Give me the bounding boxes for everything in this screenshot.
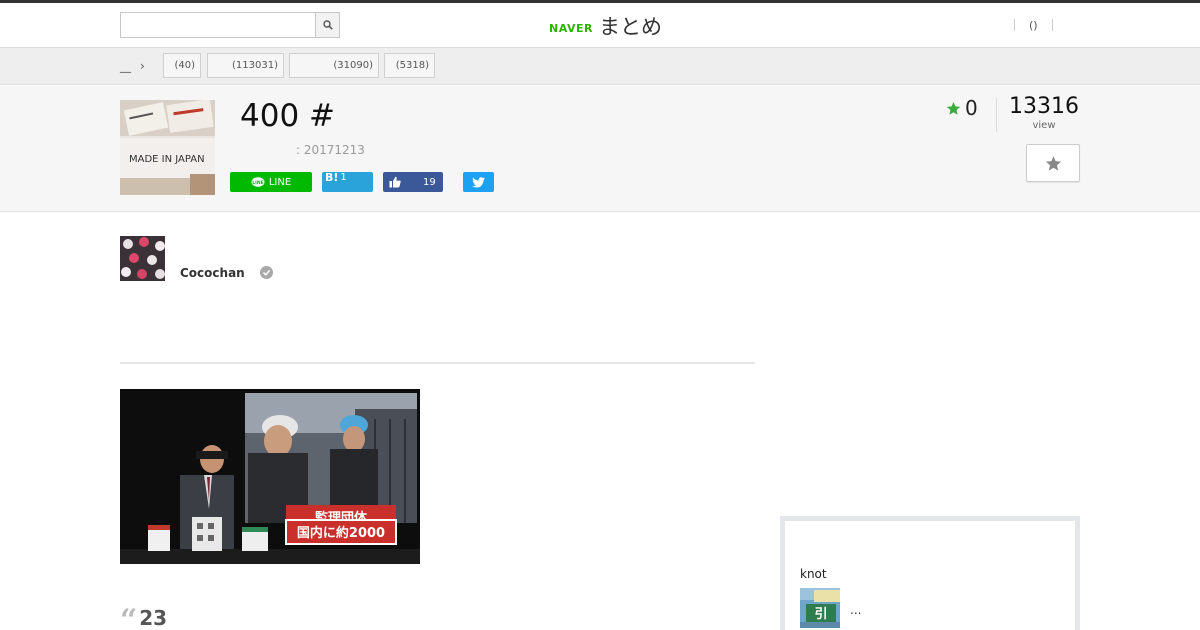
site-header: NAVER まとめ () xyxy=(0,3,1200,48)
sidebar-item-text[interactable]: ... xyxy=(850,603,861,617)
facebook-count: 19 xyxy=(423,176,436,188)
share-line-label: LINE xyxy=(268,176,292,188)
content-divider xyxy=(120,362,755,364)
page-title: 400 # xyxy=(240,98,335,134)
share-facebook-button[interactable]: 19 xyxy=(383,172,443,192)
favorite-button[interactable] xyxy=(1026,144,1080,182)
view-count-value: 13316 xyxy=(1009,94,1079,119)
category-chip[interactable]: (40) xyxy=(163,53,201,78)
author-name[interactable]: Cocochan xyxy=(180,266,245,280)
breadcrumb-home[interactable]: __ xyxy=(120,60,131,73)
sidebar-title: knot xyxy=(800,567,827,581)
updated-date: : 20171213 xyxy=(296,143,365,157)
author-avatar[interactable] xyxy=(120,236,165,281)
site-logo[interactable]: NAVER まとめ xyxy=(549,11,662,41)
header-divider xyxy=(1051,19,1053,31)
logo-naver: NAVER xyxy=(549,21,593,35)
quote-icon: “ xyxy=(120,603,138,630)
stats-divider xyxy=(996,98,997,132)
quote-heading: “ 23 xyxy=(120,600,167,630)
twitter-icon xyxy=(472,176,485,188)
star-icon xyxy=(1045,155,1061,171)
chevron-right-icon: › xyxy=(140,59,145,73)
article-thumbnail: MADE IN JAPAN xyxy=(120,100,215,195)
user-link[interactable]: () xyxy=(1015,19,1052,32)
category-chip[interactable]: (113031) xyxy=(207,53,284,78)
quote-number: 23 xyxy=(139,606,168,630)
category-chip[interactable]: (5318) xyxy=(384,53,435,78)
line-icon: LINE xyxy=(251,176,265,187)
view-count: 13316 view xyxy=(1008,94,1080,132)
star-icon xyxy=(946,101,961,115)
sidebar-widget: knot 引 ... xyxy=(780,516,1080,630)
sidebar-item-thumbnail[interactable]: 引 xyxy=(800,588,840,628)
favorite-count: 0 xyxy=(946,96,978,120)
search-box xyxy=(120,12,340,38)
svg-text:LINE: LINE xyxy=(252,180,263,186)
thumbnail-text: MADE IN JAPAN xyxy=(129,154,205,165)
category-bar: __ › (40) (113031) (31090) (5318) xyxy=(0,48,1200,85)
share-line-button[interactable]: LINE LINE xyxy=(230,172,312,192)
header-links: () xyxy=(1014,17,1053,33)
search-icon xyxy=(322,20,333,30)
search-button[interactable] xyxy=(315,13,339,37)
favorite-count-value: 0 xyxy=(965,96,978,120)
search-input[interactable] xyxy=(121,13,316,37)
view-label: view xyxy=(1032,120,1056,131)
article-header: MADE IN JAPAN 400 # : 20171213 LINE LINE… xyxy=(0,86,1200,212)
thumbs-up-icon xyxy=(389,176,401,188)
share-twitter-button[interactable] xyxy=(463,172,494,192)
verified-badge-icon xyxy=(260,266,273,279)
svg-text:引: 引 xyxy=(814,607,827,622)
share-hatena-button[interactable]: B! 1 xyxy=(322,171,373,192)
hatena-count: 1 xyxy=(340,172,347,183)
image-caption-line2: 国内に約2000 xyxy=(297,525,385,541)
hatena-icon: B! xyxy=(325,171,339,184)
logo-matome: まとめ xyxy=(598,15,662,39)
category-chip[interactable]: (31090) xyxy=(289,53,379,78)
content-image: 監理団体 国内に約2000 xyxy=(120,389,420,564)
